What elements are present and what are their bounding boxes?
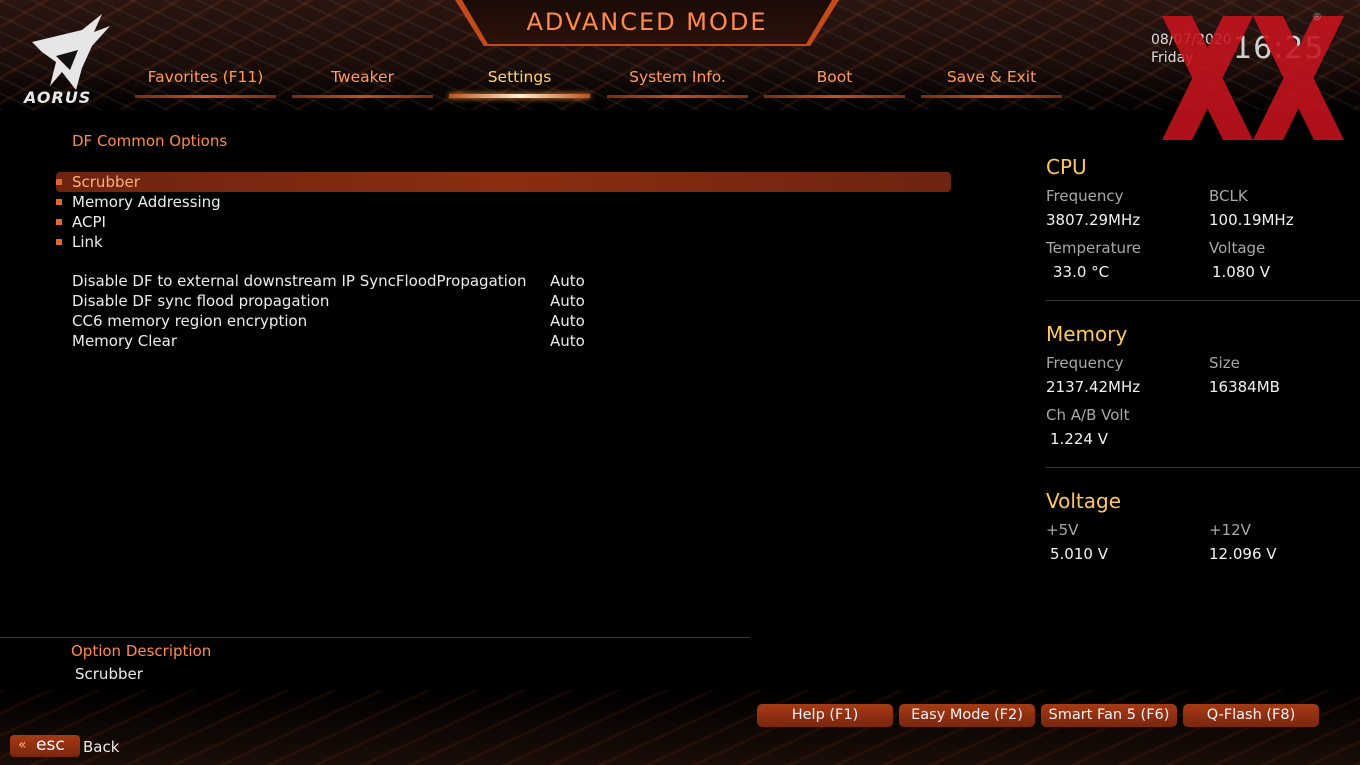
- cpu-temperature-label: Temperature: [1046, 239, 1142, 257]
- tab-label: Tweaker: [331, 68, 394, 86]
- option-memory-clear[interactable]: Memory Clear Auto: [56, 331, 951, 351]
- tab-label: Favorites (F11): [147, 68, 264, 86]
- esc-key-label: esc: [36, 735, 65, 755]
- bullet-icon: [56, 219, 62, 225]
- bullet-icon: [56, 179, 62, 185]
- submenu-label: Scrubber: [72, 173, 140, 191]
- option-disable-df-external-syncflood[interactable]: Disable DF to external downstream IP Syn…: [56, 271, 951, 291]
- smart-fan-button[interactable]: Smart Fan 5 (F6): [1041, 704, 1177, 727]
- easy-mode-button[interactable]: Easy Mode (F2): [899, 704, 1035, 727]
- tab-save-exit[interactable]: Save & Exit: [921, 68, 1062, 98]
- tab-underline: [764, 95, 905, 98]
- cpu-frequency-label: Frequency: [1046, 187, 1124, 205]
- option-label: CC6 memory region encryption: [72, 312, 308, 330]
- option-value[interactable]: Auto: [550, 292, 585, 310]
- bullet-icon: [56, 199, 62, 205]
- footer-background: [0, 690, 1360, 765]
- description-divider: [0, 637, 750, 638]
- sidebar-divider: [1046, 467, 1360, 468]
- option-value[interactable]: Auto: [550, 332, 585, 350]
- cpu-voltage-value: 1.080 V: [1212, 263, 1270, 281]
- bullet-icon: [56, 239, 62, 245]
- memory-chab-volt-label: Ch A/B Volt: [1046, 406, 1130, 424]
- cpu-bclk-value: 100.19MHz: [1209, 211, 1294, 229]
- cpu-frequency-value: 3807.29MHz: [1046, 211, 1141, 229]
- cpu-heading: CPU: [1046, 155, 1087, 179]
- option-cc6-memory-encryption[interactable]: CC6 memory region encryption Auto: [56, 311, 951, 331]
- voltage-5v-value: 5.010 V: [1050, 545, 1108, 563]
- submenu-acpi[interactable]: ACPI: [56, 212, 951, 232]
- q-flash-button[interactable]: Q-Flash (F8): [1183, 704, 1319, 727]
- submenu-link[interactable]: Link: [56, 232, 951, 252]
- tab-label: Boot: [816, 68, 853, 86]
- tab-tweaker[interactable]: Tweaker: [292, 68, 433, 98]
- submenu-label: Link: [72, 233, 103, 251]
- voltage-12v-label: +12V: [1209, 521, 1251, 539]
- tab-label: System Info.: [629, 68, 726, 86]
- cpu-bclk-label: BCLK: [1209, 187, 1248, 205]
- voltage-5v-label: +5V: [1046, 521, 1079, 539]
- option-disable-df-sync-flood[interactable]: Disable DF sync flood propagation Auto: [56, 291, 951, 311]
- tab-label: Save & Exit: [946, 68, 1037, 86]
- memory-size-label: Size: [1209, 354, 1240, 372]
- registered-mark-icon: ®: [1312, 12, 1322, 23]
- double-chevron-left-icon: «: [18, 737, 27, 753]
- tab-boot[interactable]: Boot: [764, 68, 905, 98]
- tab-underline: [292, 95, 433, 98]
- cpu-voltage-label: Voltage: [1209, 239, 1266, 257]
- submenu-label: ACPI: [72, 213, 106, 231]
- description-text: Scrubber: [75, 665, 143, 683]
- memory-frequency-label: Frequency: [1046, 354, 1124, 372]
- tab-favorites[interactable]: Favorites (F11): [135, 68, 276, 98]
- memory-chab-volt-value: 1.224 V: [1050, 430, 1108, 448]
- page-title: ADVANCED MODE: [526, 8, 768, 36]
- option-label: Disable DF to external downstream IP Syn…: [72, 272, 527, 290]
- memory-frequency-value: 2137.42MHz: [1046, 378, 1141, 396]
- option-value[interactable]: Auto: [550, 272, 585, 290]
- sidebar-divider: [1046, 300, 1360, 301]
- esc-back-button[interactable]: « esc: [10, 735, 80, 757]
- tab-underline: [607, 95, 748, 98]
- watermark-xx-icon: [1162, 16, 1344, 140]
- submenu-label: Memory Addressing: [72, 193, 221, 211]
- memory-size-value: 16384MB: [1209, 378, 1280, 396]
- tab-settings[interactable]: Settings: [449, 68, 590, 98]
- cpu-temperature-value: 33.0 °C: [1053, 263, 1110, 281]
- submenu-scrubber[interactable]: Scrubber: [56, 172, 951, 192]
- option-value[interactable]: Auto: [550, 312, 585, 330]
- tab-label: Settings: [487, 68, 552, 86]
- description-title: Option Description: [71, 642, 212, 660]
- submenu-memory-addressing[interactable]: Memory Addressing: [56, 192, 951, 212]
- voltage-heading: Voltage: [1046, 489, 1122, 513]
- help-button[interactable]: Help (F1): [757, 704, 893, 727]
- back-label: Back: [83, 738, 120, 756]
- section-title: DF Common Options: [72, 132, 228, 150]
- memory-heading: Memory: [1046, 322, 1128, 346]
- voltage-12v-value: 12.096 V: [1209, 545, 1277, 563]
- tab-system-info[interactable]: System Info.: [607, 68, 748, 98]
- option-label: Disable DF sync flood propagation: [72, 292, 330, 310]
- tab-underline: [921, 95, 1062, 98]
- tab-underline: [135, 95, 276, 98]
- option-label: Memory Clear: [72, 332, 177, 350]
- tab-underline-active: [449, 94, 590, 98]
- aorus-logo-text: AORUS: [24, 88, 92, 107]
